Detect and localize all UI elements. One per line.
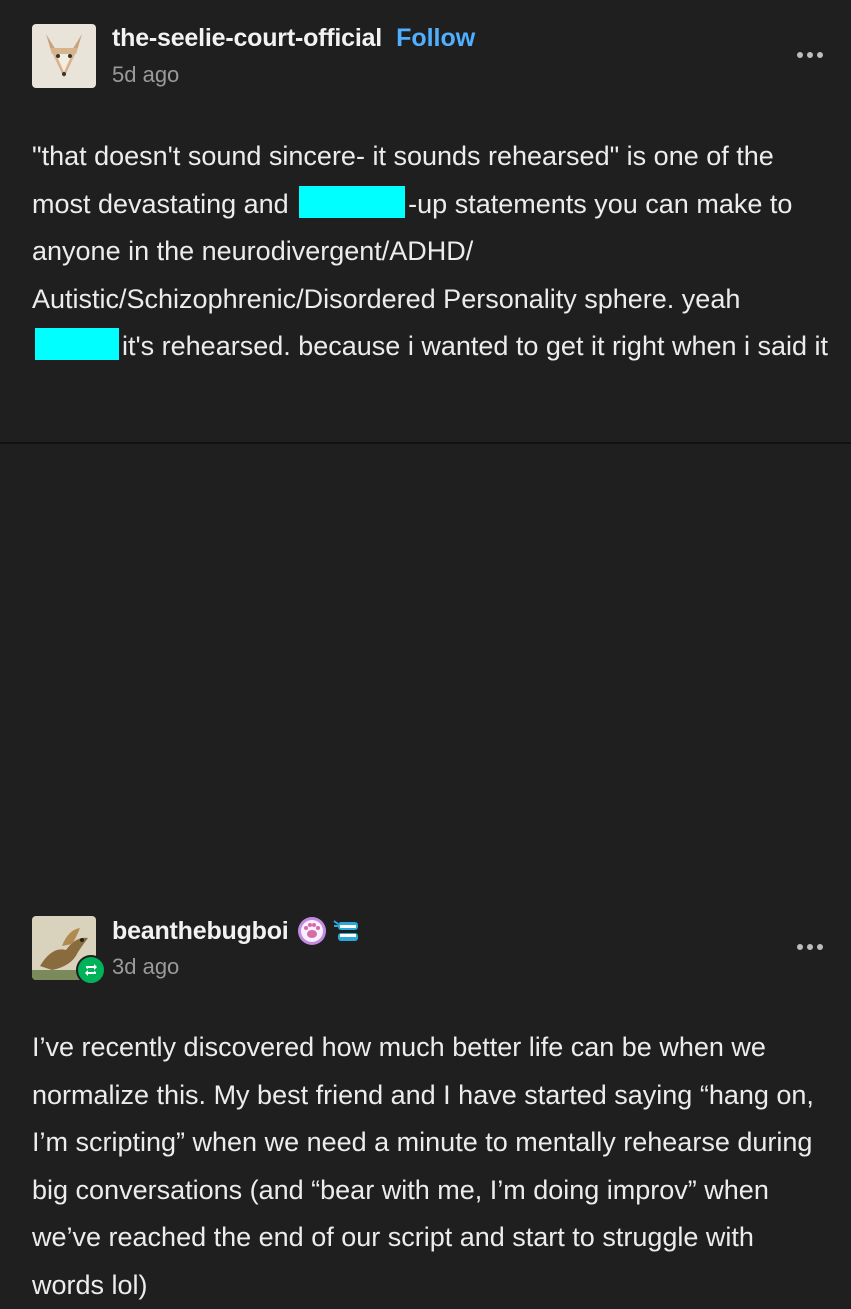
post-text-part: it's rehearsed. because i wanted to get … [122, 331, 829, 361]
dentures-badge-icon[interactable] [332, 916, 363, 946]
redaction-block [299, 185, 406, 218]
header-line: beanthebugboi [112, 916, 363, 946]
follow-button[interactable]: Follow [396, 24, 475, 53]
header-line: the-seelie-court-official Follow [112, 24, 475, 53]
paw-badge-icon[interactable] [297, 916, 327, 946]
post-original: the-seelie-court-official Follow 5d ago … [0, 0, 851, 442]
avatar-fox[interactable] [32, 24, 96, 88]
redaction-block [35, 328, 119, 360]
post-body: I’ve recently discovered how much better… [32, 1032, 814, 1300]
timestamp: 5d ago [112, 62, 180, 87]
more-options-icon[interactable] [797, 944, 823, 950]
divider [0, 442, 851, 444]
username[interactable]: beanthebugboi [112, 917, 289, 946]
username[interactable]: the-seelie-court-official [112, 24, 382, 53]
badges [297, 916, 363, 946]
reblog-icon [76, 955, 106, 985]
more-options-icon[interactable] [797, 52, 823, 58]
timestamp: 3d ago [112, 954, 180, 979]
post-body: "that doesn't sound sincere- it sounds r… [32, 133, 832, 371]
